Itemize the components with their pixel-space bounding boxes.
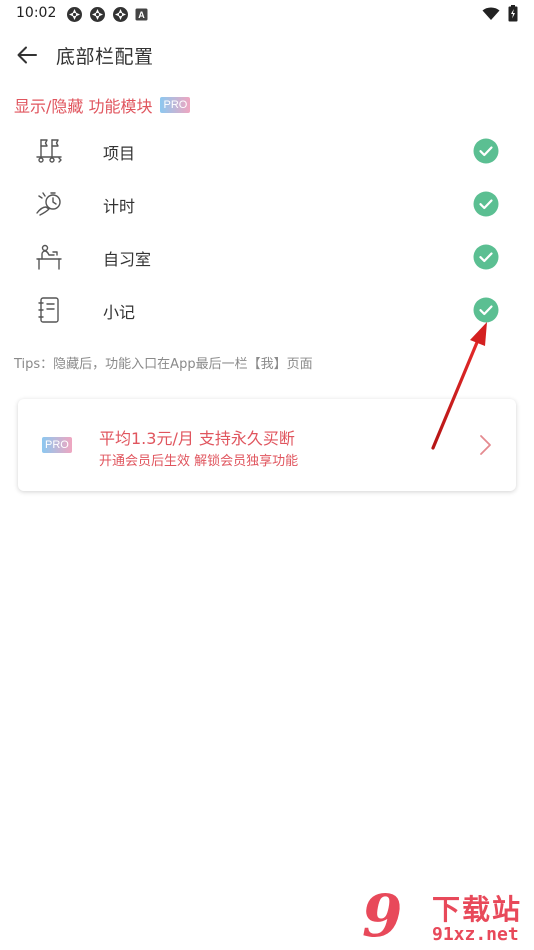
battery-icon xyxy=(508,5,518,26)
module-label: 项目 xyxy=(103,144,136,163)
pro-upgrade-card[interactable]: PRO 平均1.3元/月 支持永久买断 开通会员后生效 解锁会员独享功能 xyxy=(18,399,516,491)
module-row-timer[interactable]: 计时 xyxy=(0,177,534,230)
timer-hand-icon xyxy=(34,189,64,219)
watermark-bottom-text: 91xz.net xyxy=(432,924,519,945)
check-circle-icon[interactable] xyxy=(473,191,499,217)
module-row-notes[interactable]: 小记 xyxy=(0,283,534,336)
project-flag-icon xyxy=(34,136,64,166)
notification-icon xyxy=(112,6,129,23)
module-label: 自习室 xyxy=(103,250,152,269)
status-bar: 10:02 A xyxy=(0,0,534,28)
section-header: 显示/隐藏 功能模块 PRO xyxy=(14,93,191,117)
tips-text: Tips：隐藏后，功能入口在App最后一栏【我】页面 xyxy=(14,357,313,372)
module-row-study-room[interactable]: 自习室 xyxy=(0,230,534,283)
chevron-right-icon[interactable] xyxy=(478,433,494,457)
pro-card-title: 平均1.3元/月 支持永久买断 xyxy=(99,429,295,448)
watermark-logo: 9 下载站 91xz.net xyxy=(362,886,534,950)
module-list: 项目 计时 自习室 小记 xyxy=(0,124,534,336)
page-title: 底部栏配置 xyxy=(56,46,154,68)
pro-card-subtitle: 开通会员后生效 解锁会员独享功能 xyxy=(99,454,299,469)
pro-badge: PRO xyxy=(42,437,72,453)
study-room-desk-icon xyxy=(34,242,64,272)
status-system-icons xyxy=(482,5,518,26)
notification-icon xyxy=(66,6,83,23)
wifi-icon xyxy=(482,6,500,25)
watermark-mark: 9 xyxy=(362,882,403,950)
keyboard-icon: A xyxy=(135,8,148,21)
notebook-icon xyxy=(34,295,64,325)
module-label: 计时 xyxy=(103,197,136,216)
pro-badge: PRO xyxy=(160,97,191,113)
check-circle-icon[interactable] xyxy=(473,297,499,323)
check-circle-icon[interactable] xyxy=(473,138,499,164)
app-bar: 底部栏配置 xyxy=(0,30,534,80)
module-label: 小记 xyxy=(103,303,136,322)
arrow-left-icon[interactable] xyxy=(14,42,40,68)
section-title: 显示/隐藏 功能模块 xyxy=(14,97,153,116)
notification-icon xyxy=(89,6,106,23)
status-time: 10:02 xyxy=(16,5,57,21)
watermark-top-text: 下载站 xyxy=(432,893,523,926)
svg-text:A: A xyxy=(138,10,145,20)
status-notifications: A xyxy=(66,6,148,23)
check-circle-icon[interactable] xyxy=(473,244,499,270)
module-row-project[interactable]: 项目 xyxy=(0,124,534,177)
